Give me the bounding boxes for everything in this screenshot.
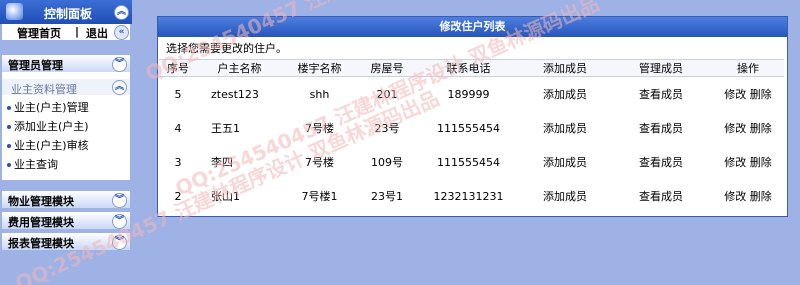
- edit-link[interactable]: 修改: [724, 122, 746, 135]
- page-title: 修改住户列表: [158, 17, 787, 37]
- table-row: 2 张山1 7号楼1 23号1 1232131231 添加成员 查看成员 修改 …: [159, 179, 784, 213]
- quick-links: 管理首页 | 退出 «: [2, 24, 130, 40]
- double-left-arrow-icon[interactable]: «: [114, 25, 129, 40]
- menu-item-owner-search[interactable]: 业主查询: [7, 156, 58, 172]
- add-member-link[interactable]: 添加成员: [543, 156, 587, 169]
- col-header: 管理成员: [610, 59, 712, 77]
- cell-phone: 1232131231: [433, 189, 504, 203]
- collapse-icon[interactable]: ︾: [112, 57, 127, 72]
- cell-owner: 张山1: [211, 190, 240, 203]
- view-members-link[interactable]: 查看成员: [639, 88, 683, 101]
- bullet-icon: [7, 106, 11, 110]
- control-panel-logo-icon: [6, 3, 23, 20]
- col-header: 户主名称: [197, 59, 282, 77]
- cell-owner: ztest123: [211, 87, 259, 101]
- sidebar: 控制面板 ︽ 管理首页 | 退出 « 管理员管理 ︾ 业主资料管理 ︽ 业主(户…: [0, 0, 132, 285]
- household-table: 序号 户主名称 楼宇名称 房屋号 联系电话 添加成员 管理成员 操作 5 zte…: [159, 59, 784, 213]
- cell-room: 23号1: [371, 190, 403, 203]
- cell-no: 4: [174, 121, 182, 135]
- admin-panel-title: 管理员管理: [8, 59, 63, 72]
- delete-link[interactable]: 删除: [750, 190, 772, 203]
- cell-owner: 李四: [211, 156, 233, 169]
- control-panel-header: 控制面板 ︽: [0, 0, 132, 24]
- cell-phone: 189999: [447, 87, 490, 101]
- edit-link[interactable]: 修改: [724, 156, 746, 169]
- edit-link[interactable]: 修改: [724, 190, 746, 203]
- expand-icon[interactable]: ︾: [112, 214, 127, 229]
- module-fee-label: 费用管理模块: [8, 216, 74, 229]
- col-header: 序号: [159, 59, 197, 77]
- delete-link[interactable]: 删除: [750, 122, 772, 135]
- module-fee[interactable]: 费用管理模块 ︾: [2, 212, 130, 229]
- col-header: 房屋号: [357, 59, 417, 77]
- cell-room: 23号: [374, 122, 400, 135]
- menu-item-owner-add[interactable]: 添加业主(户主): [7, 118, 89, 134]
- view-members-link[interactable]: 查看成员: [639, 190, 683, 203]
- cell-building: 7号楼: [305, 122, 334, 135]
- cell-no: 2: [174, 189, 182, 203]
- bullet-icon: [7, 144, 11, 148]
- owner-data-subheader[interactable]: 业主资料管理 ︽: [2, 79, 130, 96]
- cell-building: 7号楼1: [301, 190, 338, 203]
- col-header: 联系电话: [417, 59, 520, 77]
- col-header: 楼宇名称: [282, 59, 357, 77]
- module-report[interactable]: 报表管理模块 ︾: [2, 233, 130, 250]
- add-member-link[interactable]: 添加成员: [543, 88, 587, 101]
- cell-no: 3: [174, 155, 182, 169]
- view-members-link[interactable]: 查看成员: [639, 156, 683, 169]
- logout-link[interactable]: 退出: [86, 25, 108, 41]
- edit-link[interactable]: 修改: [724, 88, 746, 101]
- col-header: 操作: [712, 59, 784, 77]
- menu-item-owner-manage[interactable]: 业主(户主)管理: [7, 99, 89, 115]
- admin-panel-header[interactable]: 管理员管理 ︾: [2, 55, 130, 72]
- hint-text: 选择您需要更改的住户。: [166, 42, 287, 55]
- view-members-link[interactable]: 查看成员: [639, 122, 683, 135]
- expand-icon[interactable]: ︾: [112, 193, 127, 208]
- bullet-icon: [7, 163, 11, 167]
- table-row: 3 李四 7号楼 109号 111555454 添加成员 查看成员 修改 删除: [159, 145, 784, 179]
- cell-phone: 111555454: [437, 155, 500, 169]
- cell-room: 201: [376, 87, 398, 101]
- collapse-icon[interactable]: ︽: [114, 5, 129, 20]
- col-header: 添加成员: [520, 59, 610, 77]
- cell-owner: 王五1: [211, 122, 240, 135]
- table-row: 4 王五1 7号楼 23号 111555454 添加成员 查看成员 修改 删除: [159, 111, 784, 145]
- collapse-icon[interactable]: ︽: [112, 80, 127, 95]
- cell-building: 7号楼: [305, 156, 334, 169]
- expand-icon[interactable]: ︾: [112, 235, 127, 250]
- module-report-label: 报表管理模块: [8, 237, 74, 250]
- cell-no: 5: [174, 87, 182, 101]
- delete-link[interactable]: 删除: [750, 156, 772, 169]
- cell-room: 109号: [371, 156, 403, 169]
- menu-item-owner-review[interactable]: 业主(户主)审核: [7, 137, 89, 153]
- bullet-icon: [7, 125, 11, 129]
- control-panel-title: 控制面板: [44, 7, 93, 21]
- owner-data-title: 业主资料管理: [11, 83, 77, 96]
- home-link[interactable]: 管理首页: [17, 25, 61, 41]
- add-member-link[interactable]: 添加成员: [543, 190, 587, 203]
- table-row: 5 ztest123 shh 201 189999 添加成员 查看成员 修改 删…: [159, 77, 784, 112]
- link-separator: |: [75, 25, 80, 38]
- cell-building: shh: [309, 87, 330, 101]
- module-property[interactable]: 物业管理模块 ︾: [2, 191, 130, 208]
- admin-panel: 管理员管理 ︾ 业主资料管理 ︽ 业主(户主)管理 添加业主(户主) 业主(户主…: [2, 55, 130, 180]
- add-member-link[interactable]: 添加成员: [543, 122, 587, 135]
- cell-phone: 111555454: [437, 121, 500, 135]
- delete-link[interactable]: 删除: [750, 88, 772, 101]
- module-property-label: 物业管理模块: [8, 195, 74, 208]
- table-header-row: 序号 户主名称 楼宇名称 房屋号 联系电话 添加成员 管理成员 操作: [159, 59, 784, 77]
- household-list-panel: 修改住户列表 选择您需要更改的住户。 序号 户主名称 楼宇名称 房屋号 联系电话…: [157, 16, 788, 217]
